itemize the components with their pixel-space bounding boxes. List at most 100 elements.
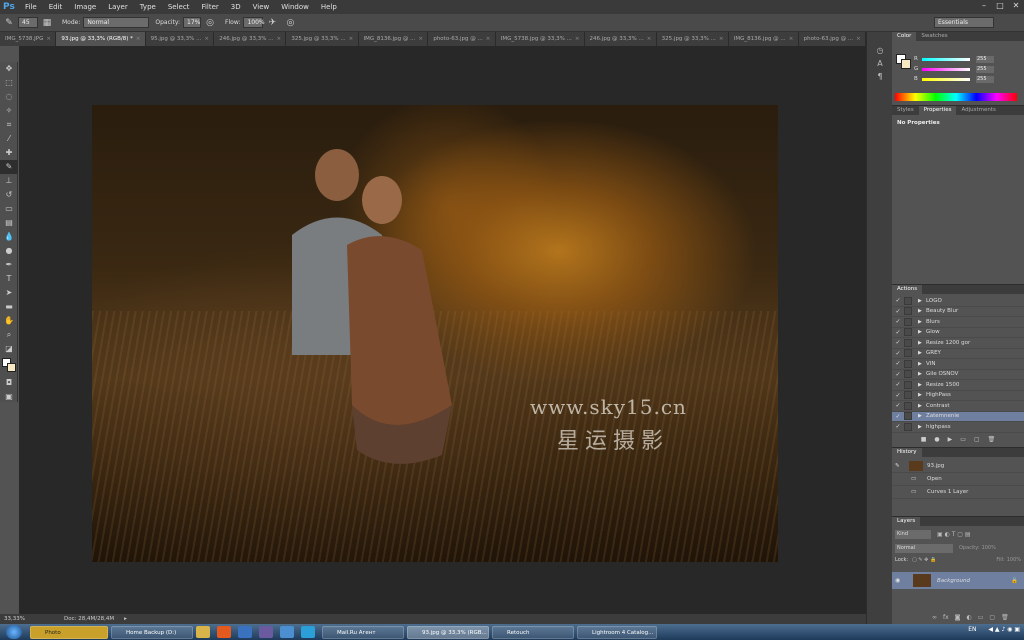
action-row[interactable]: ✓ ▶ Blurs xyxy=(892,317,1024,328)
action-row[interactable]: ✓ ▶ Glow xyxy=(892,328,1024,338)
lasso-tool-icon[interactable]: ◌ xyxy=(0,90,18,104)
document-canvas-photo[interactable]: www.sky15.cn 星运摄影 xyxy=(92,105,778,562)
play-action-icon[interactable]: ▶ xyxy=(948,436,953,443)
red-slider[interactable] xyxy=(922,57,970,61)
delete-layer-icon[interactable]: 🗑 xyxy=(1001,614,1009,621)
taskbar-item-photoshop[interactable]: 93.jpg @ 33,3% (RGB... xyxy=(407,625,489,639)
pressure-size-icon[interactable]: ◎ xyxy=(284,17,296,29)
background-color-swatch[interactable] xyxy=(901,59,911,69)
green-slider[interactable] xyxy=(922,67,970,71)
default-colors-icon[interactable]: ◪ xyxy=(0,342,18,356)
tab-color[interactable]: Color xyxy=(892,32,917,41)
blend-mode-select[interactable]: Normal xyxy=(895,543,953,553)
menu-image[interactable]: Image xyxy=(68,3,102,11)
menu-type[interactable]: Type xyxy=(134,3,162,11)
opacity-input[interactable]: 17% xyxy=(183,17,202,28)
healing-brush-tool-icon[interactable]: ✚ xyxy=(0,146,18,160)
tab-document[interactable]: 325.jpg @ 33,3% ... × xyxy=(657,32,729,46)
layer-opacity-input[interactable]: 100% xyxy=(982,545,996,551)
blue-value[interactable]: 255 xyxy=(976,75,994,83)
tab-document[interactable]: IMG_8136.jpg @ ... × xyxy=(359,32,429,46)
taskbar-item-retouch[interactable]: Retouch xyxy=(492,625,574,639)
tab-swatches[interactable]: Swatches xyxy=(916,32,952,41)
action-row[interactable]: ✓ ▶ Gile OSNOV xyxy=(892,370,1024,380)
tab-styles[interactable]: Styles xyxy=(892,106,919,115)
layer-name[interactable]: Background xyxy=(937,578,970,584)
ps-icon[interactable] xyxy=(238,626,252,638)
new-layer-icon[interactable]: ▢ xyxy=(989,614,995,621)
tab-history[interactable]: History xyxy=(892,448,922,457)
eraser-tool-icon[interactable]: ▭ xyxy=(0,202,18,216)
tab-adjustments[interactable]: Adjustments xyxy=(956,106,1000,115)
link-layers-icon[interactable]: ∞ xyxy=(932,614,937,621)
path-select-tool-icon[interactable]: ➤ xyxy=(0,286,18,300)
action-row[interactable]: ✓ ▶ VIN xyxy=(892,359,1024,370)
layer-filter-select[interactable]: Kind xyxy=(895,529,931,539)
tray-icons[interactable]: ◀ ▲ ♪ ◉ ▣ xyxy=(988,626,1020,633)
layer-mask-icon[interactable]: ◙ xyxy=(955,614,961,621)
action-row[interactable]: ✓ ▶ LOGO xyxy=(892,296,1024,307)
chrome-icon[interactable] xyxy=(280,626,294,638)
blur-tool-icon[interactable]: 💧 xyxy=(0,230,18,244)
action-row[interactable]: ✓ ▶ Resize 1200 gor xyxy=(892,338,1024,349)
delete-action-icon[interactable]: 🗑 xyxy=(988,436,996,443)
pressure-opacity-icon[interactable]: ◎ xyxy=(204,17,216,29)
zoom-tool-icon[interactable]: ⌕ xyxy=(0,328,18,342)
new-group-icon[interactable]: ▭ xyxy=(978,614,984,621)
action-row-selected[interactable]: ✓ ▶ Zatemnenie xyxy=(892,411,1024,422)
eyedropper-tool-icon[interactable]: ⁄ xyxy=(0,132,18,146)
airbrush-icon[interactable]: ✈ xyxy=(266,17,278,29)
tab-document[interactable]: IMG_5738.jpg @ 33,3% ... × xyxy=(496,32,585,46)
explorer-icon[interactable] xyxy=(196,626,210,638)
action-row[interactable]: ✓ ▶ Contrast xyxy=(892,401,1024,412)
mail-icon[interactable] xyxy=(259,626,273,638)
brush-tool-icon[interactable]: ✎ xyxy=(3,17,15,29)
tab-document[interactable]: 325.jpg @ 33,3% ... × xyxy=(286,32,359,46)
screen-mode-icon[interactable]: ▣ xyxy=(0,390,18,404)
status-arrow-icon[interactable]: ▸ xyxy=(124,616,127,622)
taskbar-item-mailru[interactable]: Mail.Ru Агент xyxy=(322,625,404,639)
color-swatches-icon[interactable] xyxy=(0,356,18,376)
red-value[interactable]: 255 xyxy=(976,55,994,63)
skype-icon[interactable] xyxy=(301,626,315,638)
flow-input[interactable]: 100% xyxy=(243,17,265,28)
pen-tool-icon[interactable]: ✒ xyxy=(0,258,18,272)
tab-properties[interactable]: Properties xyxy=(918,106,957,115)
lock-icons[interactable]: ▢ ✎ ✥ 🔒 xyxy=(912,557,936,563)
new-action-icon[interactable]: ▢ xyxy=(974,436,980,443)
menu-layer[interactable]: Layer xyxy=(102,3,134,11)
quick-mask-icon[interactable]: ◘ xyxy=(0,376,18,390)
shape-tool-icon[interactable]: ▬ xyxy=(0,300,18,314)
taskbar-item-lightroom[interactable]: Lightroom 4 Catalog... xyxy=(577,625,657,639)
menu-file[interactable]: File xyxy=(19,3,43,11)
tab-document[interactable]: 95.jpg @ 33,3% ... × xyxy=(146,32,215,46)
action-row[interactable]: ✓ ▶ highpass xyxy=(892,422,1024,433)
menu-window[interactable]: Window xyxy=(275,3,315,11)
tab-document-active[interactable]: 93.jpg @ 33,3% (RGB/8) * × xyxy=(56,32,146,46)
action-row[interactable]: ✓ ▶ GREY xyxy=(892,349,1024,359)
crop-tool-icon[interactable]: ⌗ xyxy=(0,118,18,132)
move-tool-icon[interactable]: ✥ xyxy=(0,62,18,76)
tab-document[interactable]: 246.jpg @ 33,3% ... × xyxy=(214,32,287,46)
record-action-icon[interactable]: ● xyxy=(934,436,939,443)
brush-size-picker[interactable]: 45 xyxy=(18,17,38,28)
color-spectrum-bar[interactable] xyxy=(895,93,1017,101)
paragraph-panel-icon[interactable]: ¶ xyxy=(867,70,893,83)
zoom-level[interactable]: 33,33% xyxy=(4,616,54,622)
menu-edit[interactable]: Edit xyxy=(43,3,69,11)
menu-3d[interactable]: 3D xyxy=(225,3,247,11)
language-indicator[interactable]: EN xyxy=(968,626,976,633)
dodge-tool-icon[interactable]: ● xyxy=(0,244,18,258)
layer-fill-input[interactable]: 100% xyxy=(1007,557,1021,563)
adjustment-layer-icon[interactable]: ◐ xyxy=(967,614,972,621)
menu-help[interactable]: Help xyxy=(315,3,343,11)
mode-select[interactable]: Normal xyxy=(83,17,150,28)
menu-select[interactable]: Select xyxy=(162,3,196,11)
tab-layers[interactable]: Layers xyxy=(892,517,921,526)
gradient-tool-icon[interactable]: ▤ xyxy=(0,216,18,230)
type-tool-icon[interactable]: T xyxy=(0,272,18,286)
tab-document[interactable]: IMG_5738.JPG × xyxy=(0,32,57,46)
history-state[interactable]: ▭ Open xyxy=(892,473,1024,486)
brush-tool-icon[interactable]: ✎ xyxy=(0,160,18,174)
clone-stamp-tool-icon[interactable]: ⊥ xyxy=(0,174,18,188)
